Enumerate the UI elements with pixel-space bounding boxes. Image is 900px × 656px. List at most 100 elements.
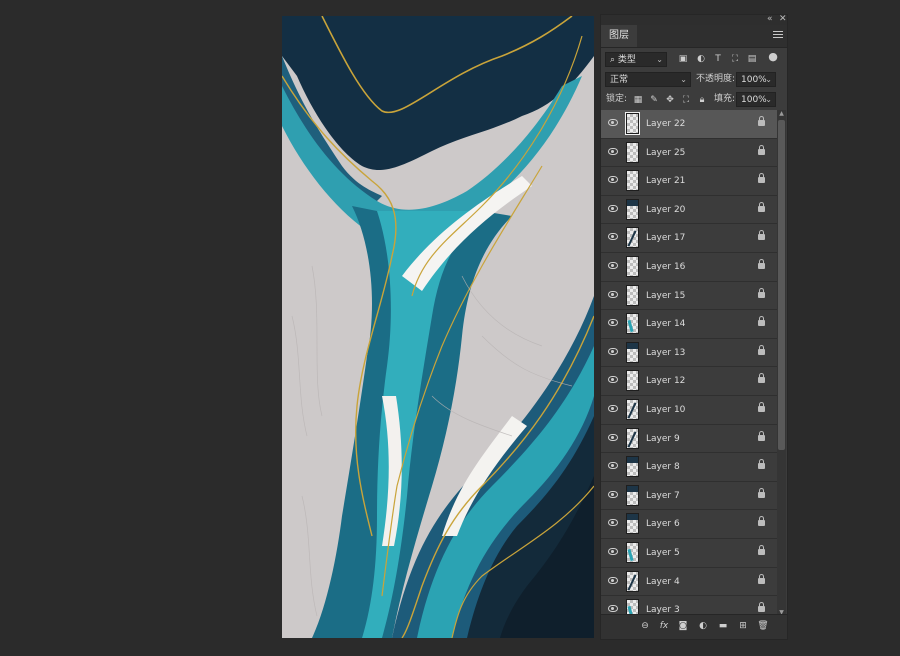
layer-name[interactable]: Layer 17 [646, 224, 685, 252]
eye-icon[interactable] [608, 204, 618, 212]
layer-thumbnail[interactable] [626, 541, 639, 563]
new-layer-icon[interactable]: ⊞ [737, 620, 749, 632]
layer-name[interactable]: Layer 8 [646, 453, 680, 481]
layer-thumbnail[interactable] [626, 170, 639, 192]
layer-thumbnail[interactable] [626, 141, 639, 163]
lock-all-icon[interactable]: 🔒︎ [696, 94, 708, 106]
layer-row[interactable]: Layer 16 [601, 253, 777, 282]
eye-icon[interactable] [608, 290, 618, 298]
layer-row[interactable]: Layer 14 [601, 310, 777, 339]
layer-thumbnail[interactable] [626, 341, 639, 363]
scrollbar-thumb[interactable] [778, 120, 785, 450]
lock-artboard-icon[interactable]: ⛶ [680, 94, 692, 106]
layer-name[interactable]: Layer 13 [646, 339, 685, 367]
tab-layers[interactable]: 图层 [601, 25, 637, 47]
layer-name[interactable]: Layer 15 [646, 282, 685, 310]
layer-name[interactable]: Layer 4 [646, 568, 680, 596]
layer-row[interactable]: Layer 8 [601, 453, 777, 482]
layer-thumbnail[interactable] [626, 570, 639, 592]
layer-name[interactable]: Layer 5 [646, 539, 680, 567]
layer-row[interactable]: Layer 20 [601, 196, 777, 225]
eye-icon[interactable] [608, 347, 618, 355]
layer-row[interactable]: Layer 22 [601, 110, 777, 139]
opacity-field[interactable]: 100% ⌄ [736, 72, 776, 87]
link-icon[interactable]: ⊖ [639, 620, 651, 632]
layer-list-scrollbar[interactable]: ▲ ▼ [777, 110, 786, 616]
layer-thumbnail[interactable] [626, 398, 639, 420]
layer-thumbnail[interactable] [626, 484, 639, 506]
layer-row[interactable]: Layer 6 [601, 510, 777, 539]
layer-name[interactable]: Layer 16 [646, 253, 685, 281]
layer-name[interactable]: Layer 10 [646, 396, 685, 424]
type-filter-icon[interactable]: T [712, 53, 724, 65]
adjustment-icon[interactable]: ◐ [697, 620, 709, 632]
blend-mode-select[interactable]: 正常 ⌄ [605, 72, 691, 87]
layer-name[interactable]: Layer 22 [646, 110, 685, 138]
fx-icon[interactable]: fx [658, 620, 670, 632]
eye-icon[interactable] [608, 490, 618, 498]
layer-thumbnail[interactable] [625, 112, 640, 135]
lock-position-icon[interactable]: ✥ [664, 94, 676, 106]
eye-icon[interactable] [608, 319, 618, 327]
mask-icon[interactable]: ◙ [677, 620, 689, 632]
eye-icon[interactable] [608, 547, 618, 555]
lock-transparent-icon[interactable]: ▦ [632, 94, 644, 106]
eye-icon[interactable] [608, 376, 618, 384]
layer-thumbnail[interactable] [626, 255, 639, 277]
eye-icon[interactable] [608, 519, 618, 527]
layer-row[interactable]: Layer 21 [601, 167, 777, 196]
layer-row[interactable]: Layer 15 [601, 282, 777, 311]
layer-row[interactable]: Layer 3 [601, 596, 777, 616]
eye-icon[interactable] [608, 147, 618, 155]
smart-object-filter-icon[interactable]: ▤ [746, 53, 758, 65]
layer-row[interactable]: Layer 9 [601, 425, 777, 454]
layer-row[interactable]: Layer 12 [601, 367, 777, 396]
double-chevron-icon[interactable]: « [767, 13, 773, 25]
layer-name[interactable]: Layer 25 [646, 139, 685, 167]
fill-field[interactable]: 100% ⌄ [736, 92, 776, 107]
layer-row[interactable]: Layer 17 [601, 224, 777, 253]
folder-icon[interactable]: ▬ [717, 620, 729, 632]
canvas-artwork[interactable] [282, 16, 594, 638]
layer-name[interactable]: Layer 12 [646, 367, 685, 395]
eye-icon[interactable] [608, 176, 618, 184]
layer-name[interactable]: Layer 9 [646, 425, 680, 453]
layer-row[interactable]: Layer 4 [601, 568, 777, 597]
eye-icon[interactable] [608, 233, 618, 241]
layer-row[interactable]: Layer 5 [601, 539, 777, 568]
filter-kind-select[interactable]: ⌕ 类型 ⌄ [605, 52, 667, 67]
adjustment-filter-icon[interactable]: ◐ [695, 53, 707, 65]
eye-icon[interactable] [608, 261, 618, 269]
layer-name[interactable]: Layer 3 [646, 596, 680, 616]
layer-row[interactable]: Layer 25 [601, 139, 777, 168]
layer-thumbnail[interactable] [626, 427, 639, 449]
filter-toggle-icon[interactable]: ● [767, 51, 779, 63]
layer-row[interactable]: Layer 7 [601, 482, 777, 511]
layer-thumbnail[interactable] [626, 513, 639, 535]
pixel-filter-icon[interactable]: ▣ [677, 53, 689, 65]
eye-icon[interactable] [608, 576, 618, 584]
eye-icon[interactable] [608, 462, 618, 470]
layer-name[interactable]: Layer 7 [646, 482, 680, 510]
layer-thumbnail[interactable] [626, 313, 639, 335]
layer-thumbnail[interactable] [626, 284, 639, 306]
layer-name[interactable]: Layer 6 [646, 510, 680, 538]
panel-menu-icon[interactable] [773, 29, 783, 41]
lock-paint-icon[interactable]: ✎ [648, 94, 660, 106]
close-icon[interactable]: ✕ [779, 13, 787, 25]
layer-row[interactable]: Layer 13 [601, 339, 777, 368]
eye-icon[interactable] [608, 119, 618, 126]
shape-filter-icon[interactable]: ⛶ [729, 53, 741, 65]
layer-name[interactable]: Layer 14 [646, 310, 685, 338]
layer-thumbnail[interactable] [626, 227, 639, 249]
eye-icon[interactable] [608, 404, 618, 412]
layer-thumbnail[interactable] [626, 198, 639, 220]
layer-thumbnail[interactable] [626, 456, 639, 478]
trash-icon[interactable]: 🗑︎ [757, 620, 769, 632]
scroll-up-icon[interactable]: ▲ [777, 110, 786, 117]
layer-name[interactable]: Layer 21 [646, 167, 685, 195]
layer-name[interactable]: Layer 20 [646, 196, 685, 224]
eye-icon[interactable] [608, 605, 618, 613]
layer-thumbnail[interactable] [626, 370, 639, 392]
eye-icon[interactable] [608, 433, 618, 441]
